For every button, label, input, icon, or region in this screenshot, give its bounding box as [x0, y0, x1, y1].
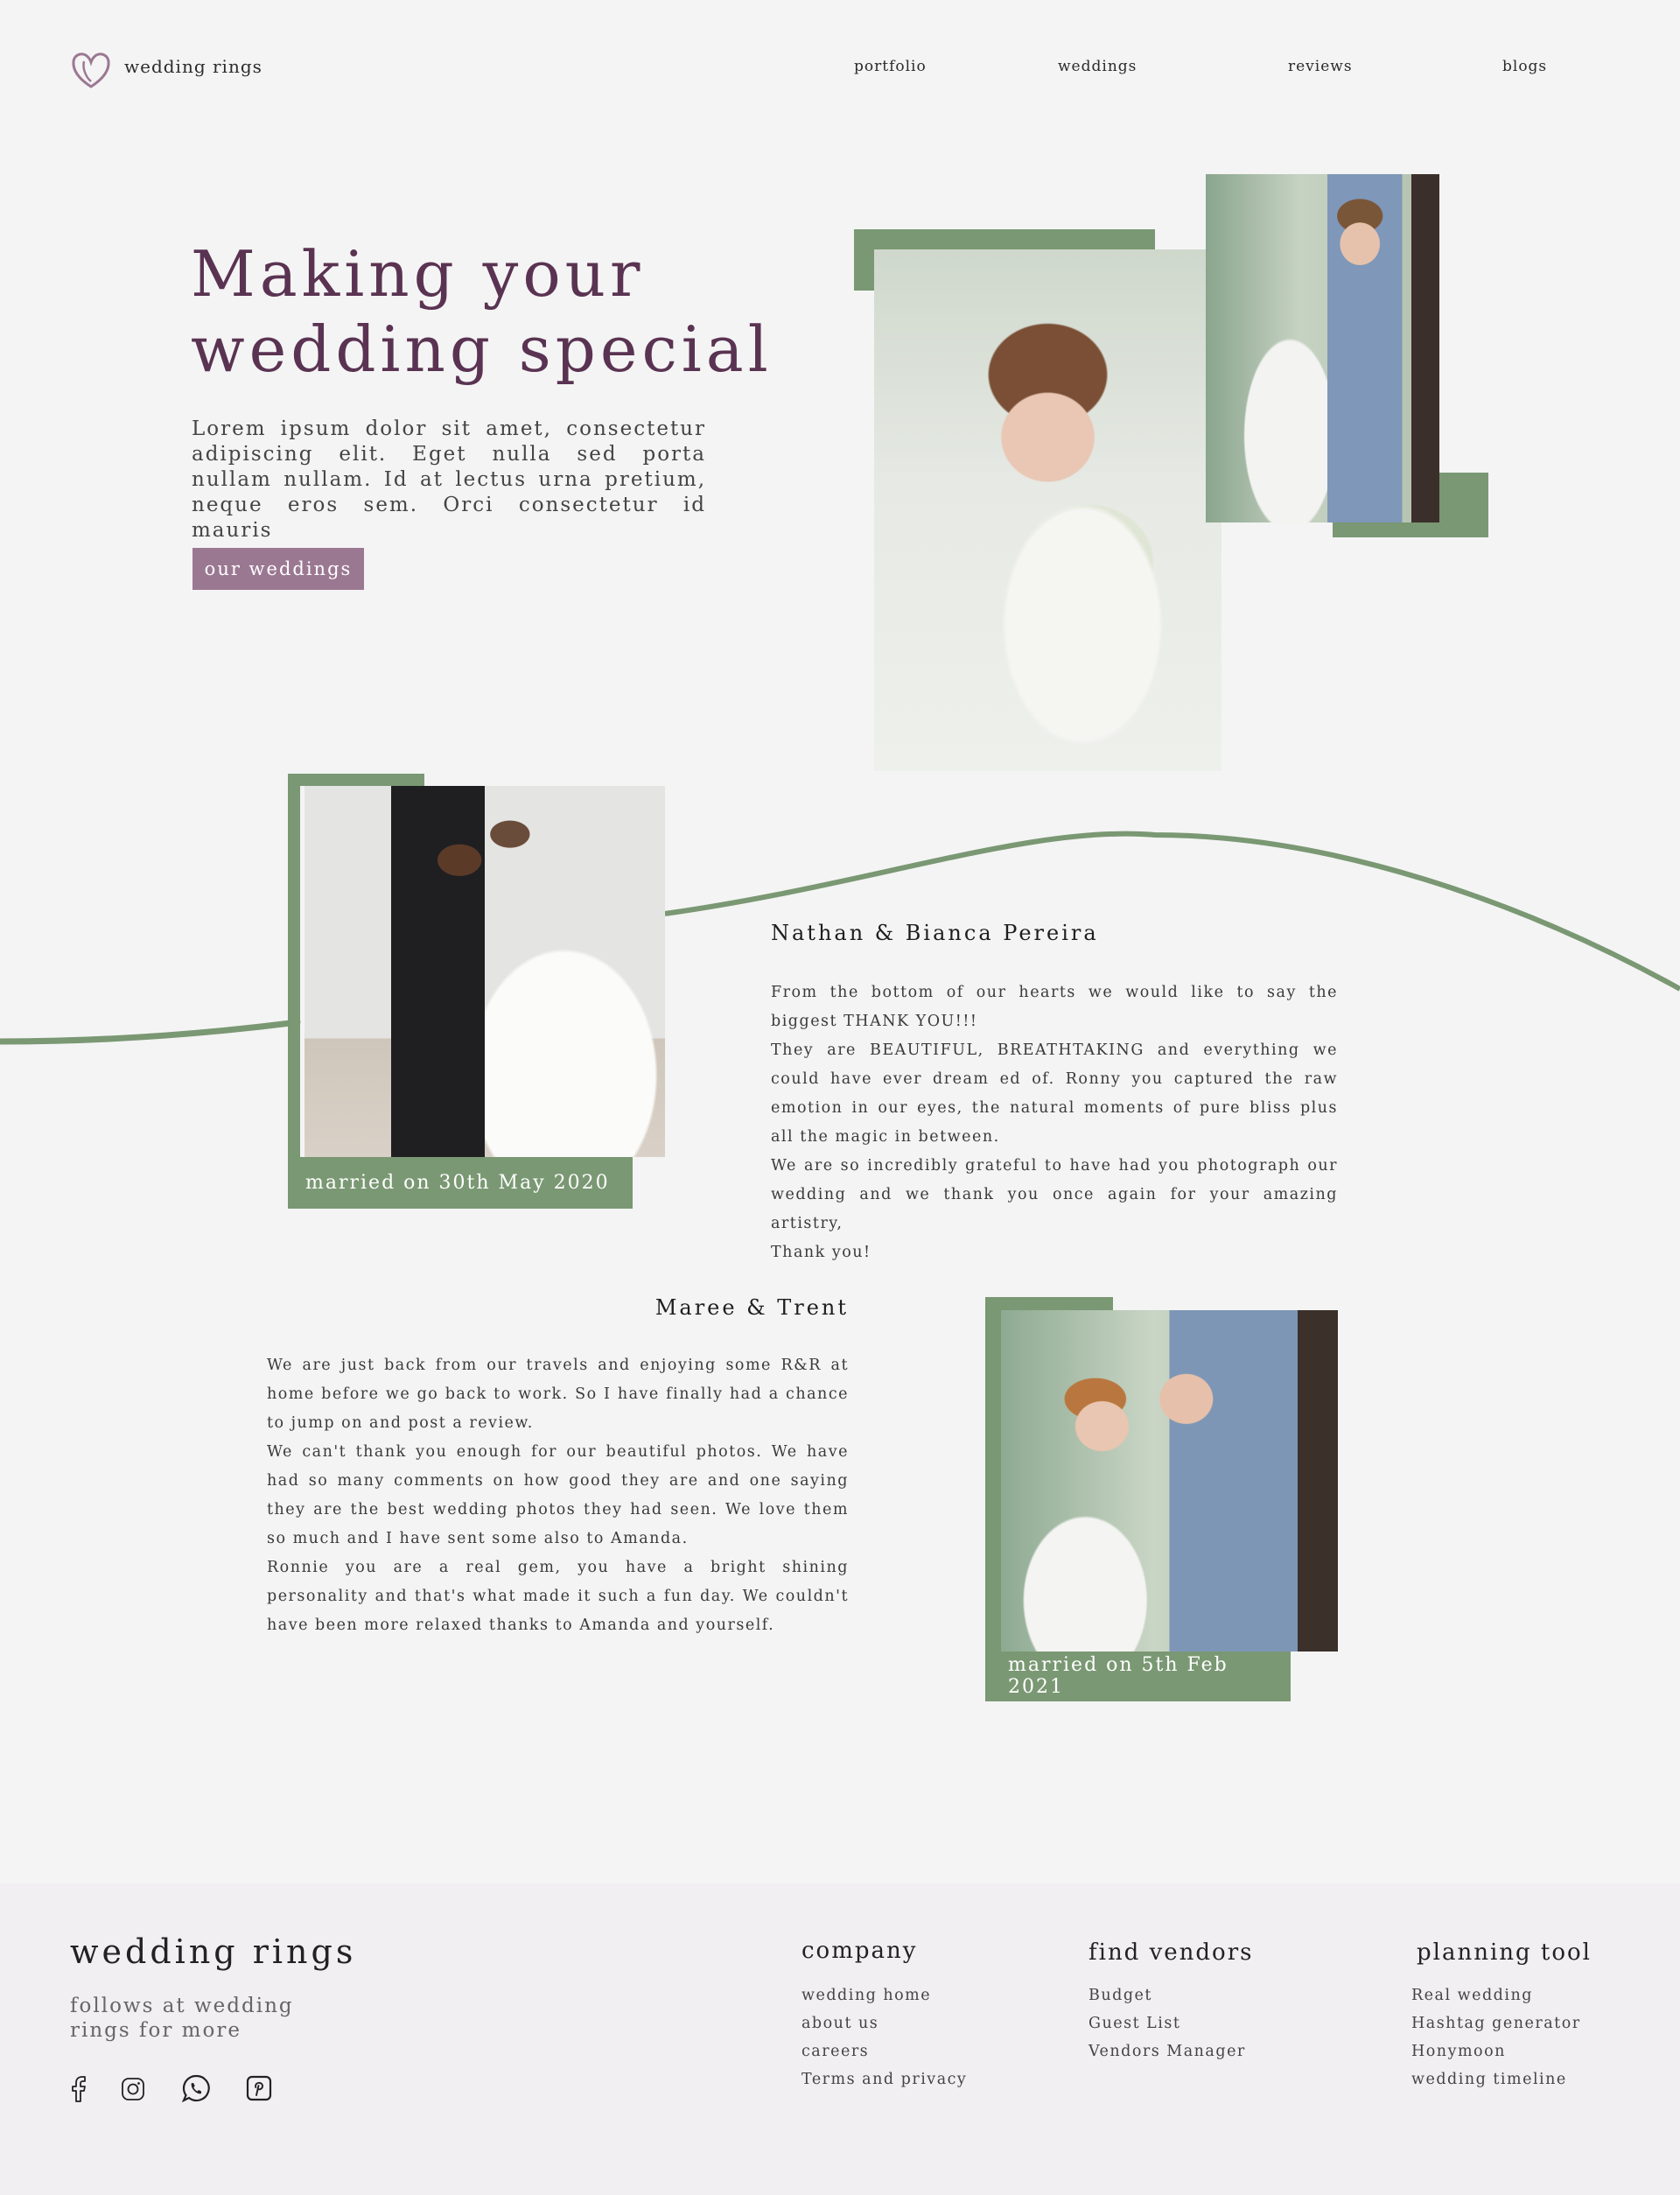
footer-link[interactable]: about us	[802, 2009, 967, 2037]
nav-reviews[interactable]: reviews	[1288, 58, 1353, 75]
footer-link[interactable]: wedding timeline	[1411, 2065, 1592, 2093]
bride-bouquet-photo	[874, 249, 1222, 771]
couple-kiss-photo	[1001, 1310, 1338, 1652]
testimonial-card: Nathan & Bianca Pereira From the bottom …	[771, 921, 1338, 1267]
decor-green-block	[985, 1297, 1001, 1701]
footer-link[interactable]: Terms and privacy	[802, 2065, 967, 2093]
testimonial-names: Nathan & Bianca Pereira	[771, 921, 1099, 945]
hero-title: Making your wedding special	[191, 236, 803, 387]
footer-link[interactable]: Honymoon	[1411, 2037, 1592, 2065]
testimonial-names: Maree & Trent	[654, 1295, 849, 1320]
footer-link[interactable]: Budget	[1088, 1981, 1253, 2009]
footer-link[interactable]: Hashtag generator	[1411, 2009, 1592, 2037]
footer-follow-text: follows at wedding rings for more	[70, 1995, 294, 2042]
facebook-icon[interactable]	[65, 2073, 94, 2103]
testimonial-paragraph: We are so incredibly grateful to have ha…	[771, 1157, 1338, 1232]
instagram-icon[interactable]	[120, 2076, 146, 2102]
our-weddings-button[interactable]: our weddings	[192, 548, 364, 590]
decor-green-block	[985, 1297, 1113, 1311]
hero-title-line2: wedding special	[191, 312, 773, 386]
hero-title-line1: Making your	[191, 237, 645, 311]
decor-green-block	[288, 774, 424, 786]
nav-blogs[interactable]: blogs	[1502, 58, 1547, 75]
footer-column-find-vendors: find vendors Budget Guest List Vendors M…	[1088, 1939, 1253, 2065]
footer-link[interactable]: Vendors Manager	[1088, 2037, 1253, 2065]
footer-brand[interactable]: wedding rings	[70, 1932, 356, 1971]
testimonial-paragraph: From the bottom of our hearts we would l…	[771, 984, 1338, 1030]
married-date-label: married on 30th May 2020	[288, 1157, 633, 1209]
footer-link[interactable]: Real wedding	[1411, 1981, 1592, 2009]
testimonial-paragraph: Thank you!	[771, 1244, 872, 1261]
footer-column-planning-tool: planning tool Real wedding Hashtag gener…	[1411, 1939, 1592, 2093]
footer-heading: planning tool	[1417, 1939, 1592, 1966]
footer-column-company: company wedding home about us careers Te…	[802, 1938, 967, 2093]
decor-green-block	[288, 774, 300, 1209]
testimonial-paragraph: We are just back from our travels and en…	[267, 1357, 849, 1432]
hero-description: Lorem ipsum dolor sit amet, consectetur …	[192, 417, 706, 542]
logo-text[interactable]: wedding rings	[124, 56, 262, 77]
testimonial-card: Maree & Trent We are just back from our …	[267, 1295, 849, 1640]
nav-weddings[interactable]: weddings	[1058, 58, 1137, 75]
nav-portfolio[interactable]: portfolio	[854, 58, 927, 75]
whatsapp-icon[interactable]	[181, 2073, 211, 2103]
pinterest-icon[interactable]	[245, 2074, 273, 2102]
footer-heading: company	[802, 1938, 918, 1964]
married-date-label: married on 5th Feb 2021	[985, 1651, 1291, 1701]
footer-link[interactable]: careers	[802, 2037, 967, 2065]
footer-heading: find vendors	[1088, 1939, 1254, 1966]
testimonial-paragraph: They are BEAUTIFUL, BREATHTAKING and eve…	[771, 1041, 1338, 1146]
footer-link[interactable]: Guest List	[1088, 2009, 1253, 2037]
couple-seated-photo	[304, 786, 665, 1157]
couple-embrace-photo	[1206, 174, 1439, 522]
testimonial-paragraph: Ronnie you are a real gem, you have a br…	[267, 1559, 849, 1634]
married-date-text: married on 5th Feb 2021	[1008, 1654, 1228, 1698]
testimonial-paragraph: We can't thank you enough for our beauti…	[267, 1443, 849, 1547]
married-date-text: married on 30th May 2020	[305, 1172, 610, 1194]
footer-link[interactable]: wedding home	[802, 1981, 967, 2009]
logo-heart-icon[interactable]	[70, 51, 112, 89]
